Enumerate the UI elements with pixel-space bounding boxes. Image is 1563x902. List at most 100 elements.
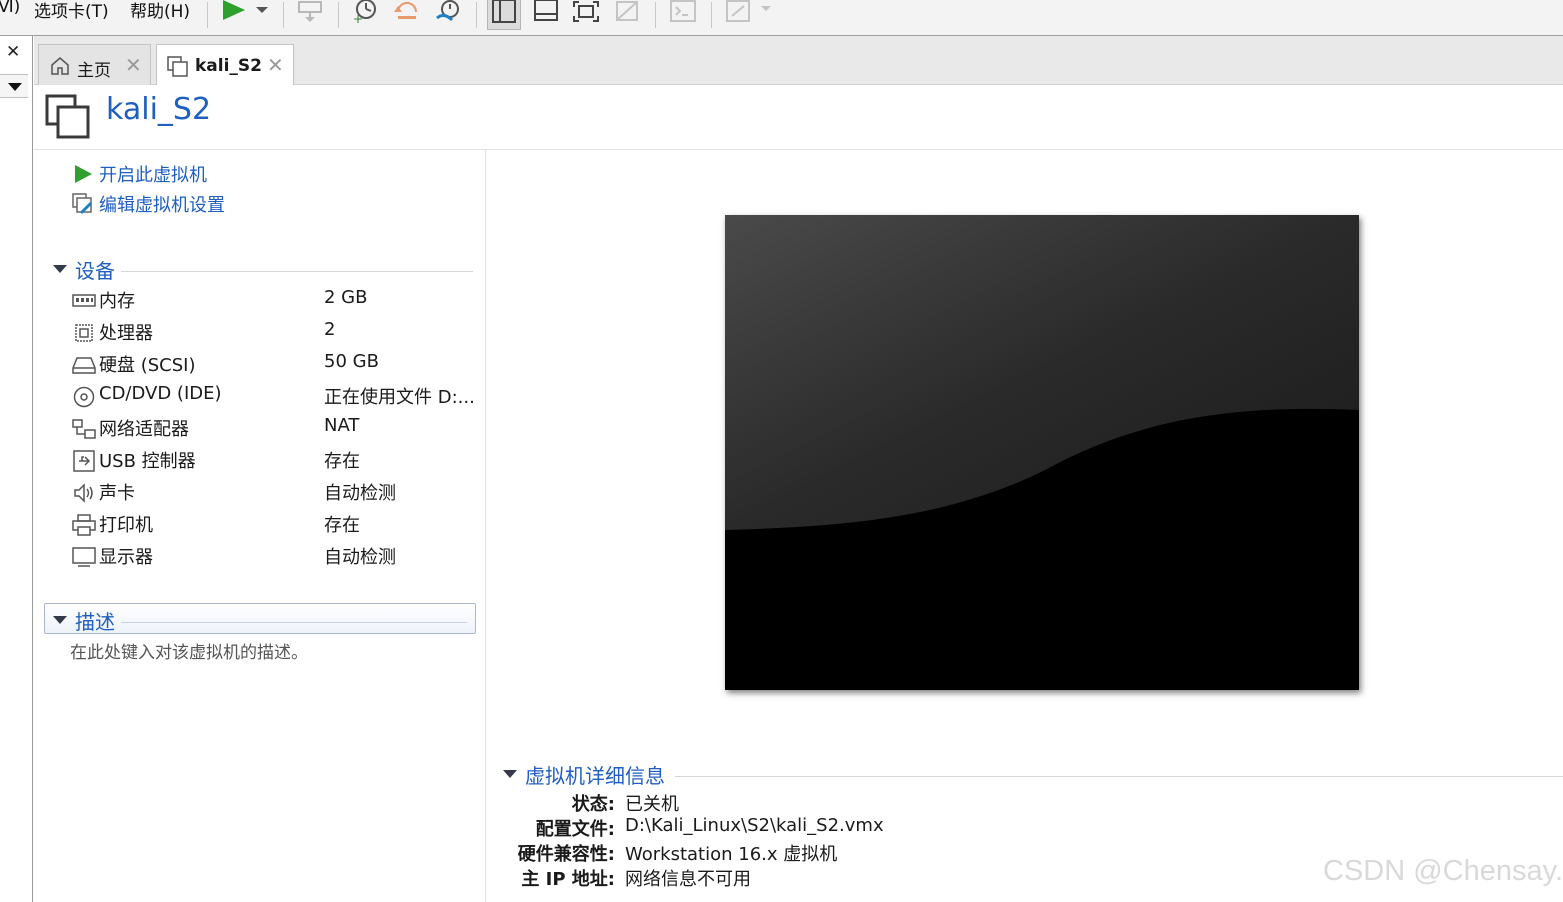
play-icon bbox=[223, 0, 268, 20]
library-strip: ✕ bbox=[0, 36, 33, 902]
library-view-button[interactable] bbox=[487, 0, 521, 30]
device-name: 内存 bbox=[99, 291, 135, 312]
device-row-display[interactable]: 显示器 自动检测 bbox=[72, 543, 472, 571]
detail-value[interactable]: D:\Kali_Linux\S2\kali_S2.vmx bbox=[625, 815, 884, 836]
play-icon bbox=[75, 165, 92, 183]
vm-icon bbox=[167, 56, 188, 77]
vm-screen-preview[interactable] bbox=[725, 215, 1359, 690]
device-row-processor[interactable]: 处理器 2 bbox=[72, 319, 472, 347]
device-value: 50 GB bbox=[324, 351, 379, 372]
menu-tabs[interactable]: 选项卡(T) bbox=[34, 0, 109, 22]
console-view-button[interactable] bbox=[668, 0, 698, 28]
keyboard-icon bbox=[298, 1, 322, 22]
unity-button[interactable] bbox=[613, 0, 643, 28]
device-row-sound[interactable]: 声卡 自动检测 bbox=[72, 479, 472, 507]
device-name: 打印机 bbox=[99, 515, 153, 536]
description-input[interactable]: 在此处键入对该虚拟机的描述。 bbox=[70, 638, 308, 663]
sound-icon bbox=[74, 483, 93, 503]
snapshot-clock-icon: + bbox=[353, 0, 376, 26]
section-rule bbox=[121, 271, 473, 272]
device-name: 声卡 bbox=[99, 483, 135, 504]
hard-disk-icon bbox=[72, 357, 96, 374]
device-row-network[interactable]: 网络适配器 NAT bbox=[72, 415, 472, 443]
stretch-icon bbox=[726, 0, 771, 22]
edit-settings-icon bbox=[72, 193, 93, 215]
toolbar-separator bbox=[476, 2, 477, 28]
thumbnail-layout-icon bbox=[534, 0, 558, 21]
device-value: 2 bbox=[324, 319, 336, 340]
tab-home-close-button[interactable]: ✕ bbox=[125, 53, 142, 77]
collapse-triangle-icon bbox=[503, 770, 517, 778]
toolbar-separator bbox=[711, 2, 712, 28]
power-on-dropdown-button[interactable] bbox=[218, 0, 272, 28]
device-name: 显示器 bbox=[99, 547, 153, 568]
network-adapter-icon bbox=[72, 419, 96, 439]
menu-toolbar: Ⅵ) 选项卡(T) 帮助(H) + bbox=[0, 0, 1563, 36]
detail-key: 状态: bbox=[571, 794, 615, 815]
stretch-guest-dropdown-button[interactable] bbox=[724, 0, 776, 28]
tab-bar: 主页 ✕ kali_S2 ✕ bbox=[34, 36, 1563, 85]
revert-snapshot-button[interactable] bbox=[392, 0, 422, 28]
printer-icon bbox=[72, 514, 96, 536]
toolbar-separator bbox=[338, 2, 339, 28]
full-screen-icon bbox=[573, 1, 599, 22]
section-rule bbox=[675, 776, 1563, 777]
terminal-icon bbox=[670, 0, 696, 22]
revert-snapshot-icon bbox=[394, 2, 417, 19]
cpu-icon bbox=[75, 324, 93, 342]
toolbar-separator bbox=[655, 2, 656, 28]
menu-help[interactable]: 帮助(H) bbox=[130, 0, 190, 22]
vm-details-title: 虚拟机详细信息 bbox=[525, 764, 665, 788]
detail-value: 网络信息不可用 bbox=[625, 869, 751, 890]
devices-section-header[interactable]: 设备 bbox=[53, 257, 473, 283]
monitor-icon bbox=[72, 547, 96, 567]
full-screen-button[interactable] bbox=[571, 0, 601, 28]
collapse-triangle-icon bbox=[53, 616, 67, 624]
device-name: 网络适配器 bbox=[99, 419, 189, 440]
vm-details-section-header[interactable]: 虚拟机详细信息 bbox=[503, 762, 1563, 788]
home-icon bbox=[51, 57, 69, 75]
memory-icon bbox=[72, 294, 96, 307]
thumbnail-bar-button[interactable] bbox=[531, 0, 561, 28]
device-value: 自动检测 bbox=[324, 547, 396, 568]
section-rule bbox=[121, 622, 467, 623]
power-on-vm-link[interactable]: 开启此虚拟机 bbox=[72, 161, 272, 187]
detail-key: 硬件兼容性: bbox=[517, 844, 615, 865]
edit-vm-settings-label: 编辑虚拟机设置 bbox=[99, 195, 225, 216]
chevron-down-icon bbox=[8, 83, 22, 91]
snapshot-manager-button[interactable] bbox=[434, 0, 464, 28]
device-row-printer[interactable]: 打印机 存在 bbox=[72, 511, 472, 539]
tab-kali-s2[interactable]: kali_S2 ✕ bbox=[156, 44, 294, 85]
edit-vm-settings-link[interactable]: 编辑虚拟机设置 bbox=[72, 191, 272, 217]
device-value: NAT bbox=[324, 415, 360, 436]
description-header-content: 描述 bbox=[53, 608, 473, 634]
toolbar-separator bbox=[207, 2, 208, 28]
device-row-memory[interactable]: 内存 2 GB bbox=[72, 287, 472, 315]
vm-preview-image bbox=[725, 215, 1359, 690]
tab-kali-s2-close-button[interactable]: ✕ bbox=[267, 53, 284, 77]
device-name: CD/DVD (IDE) bbox=[99, 383, 222, 404]
usb-icon bbox=[73, 450, 95, 472]
collapse-triangle-icon bbox=[53, 265, 67, 273]
device-value: 自动检测 bbox=[324, 483, 396, 504]
snapshot-button[interactable]: + bbox=[350, 0, 380, 28]
library-dropdown-button[interactable] bbox=[0, 74, 28, 98]
send-ctrl-alt-del-button[interactable] bbox=[296, 0, 326, 28]
devices-title: 设备 bbox=[75, 259, 115, 283]
detail-row-hardware-compat: 硬件兼容性: Workstation 16.x 虚拟机 bbox=[500, 840, 1200, 865]
sidebar-layout-icon bbox=[492, 0, 516, 23]
tab-kali-s2-label: kali_S2 bbox=[195, 56, 263, 76]
tab-home[interactable]: 主页 ✕ bbox=[38, 44, 151, 85]
device-row-cd-dvd[interactable]: CD/DVD (IDE) 正在使用文件 D:... bbox=[72, 383, 475, 411]
detail-value: Workstation 16.x 虚拟机 bbox=[625, 844, 838, 865]
library-close-button[interactable]: ✕ bbox=[6, 42, 20, 62]
device-row-usb[interactable]: USB 控制器 存在 bbox=[72, 447, 472, 475]
menu-item-partial[interactable]: Ⅵ) bbox=[0, 0, 20, 17]
device-row-hard-disk[interactable]: 硬盘 (SCSI) 50 GB bbox=[72, 351, 472, 379]
toolbar-separator bbox=[283, 2, 284, 28]
detail-value: 已关机 bbox=[625, 794, 679, 815]
header-divider bbox=[34, 149, 1563, 150]
power-on-vm-label: 开启此虚拟机 bbox=[99, 165, 207, 186]
detail-key: 配置文件: bbox=[535, 819, 615, 840]
unity-icon bbox=[616, 1, 638, 21]
